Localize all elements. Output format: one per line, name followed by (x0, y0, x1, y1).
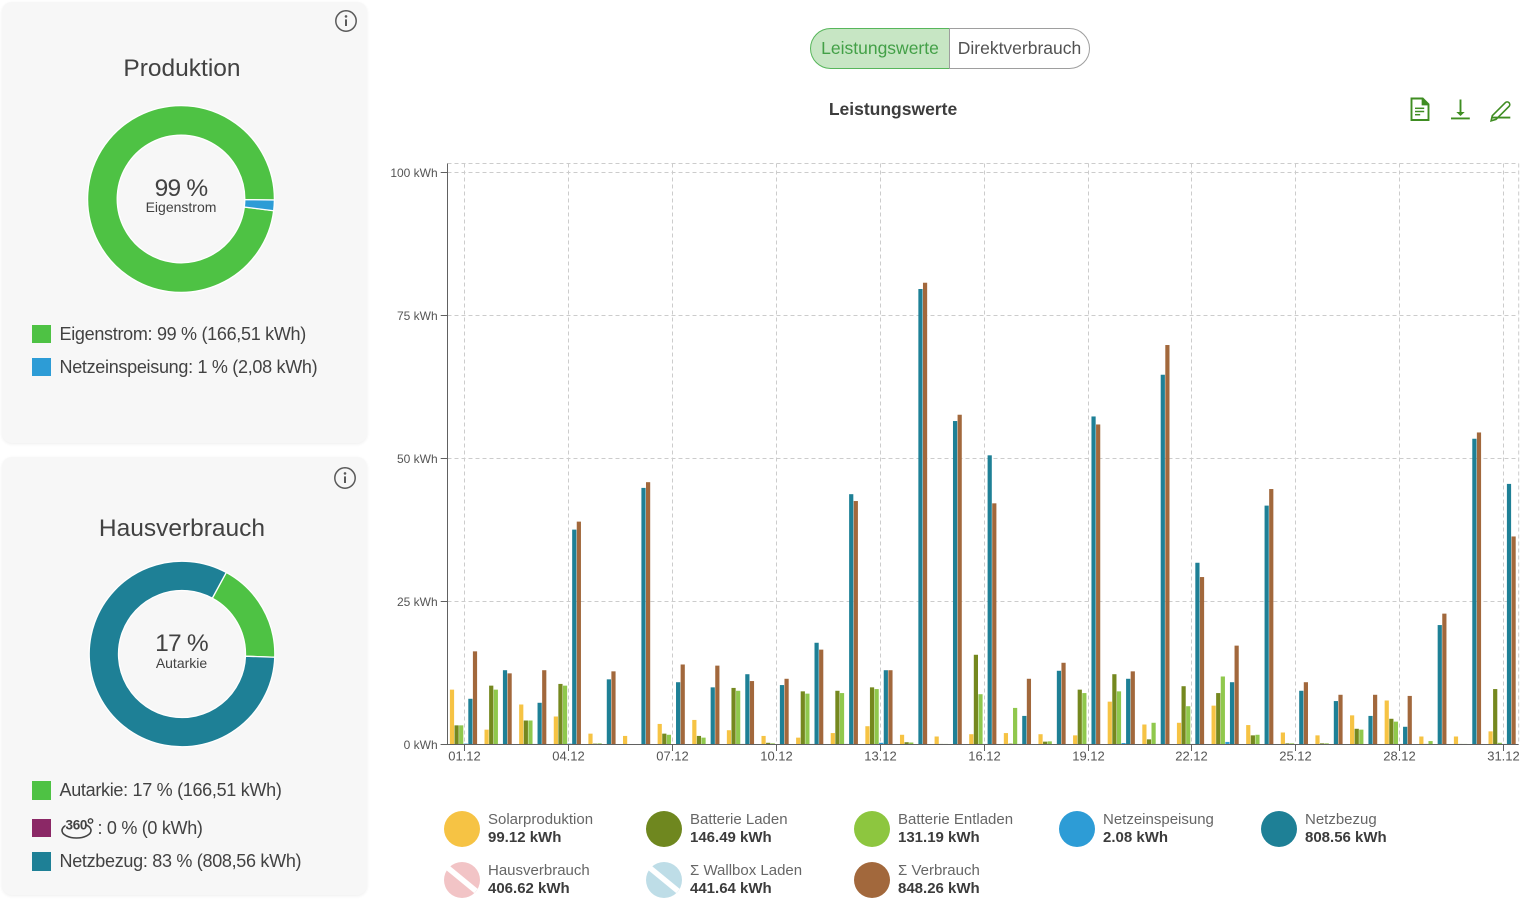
svg-text:22.12: 22.12 (1175, 748, 1208, 763)
svg-text:19.12: 19.12 (1072, 748, 1105, 763)
svg-text:10.12: 10.12 (760, 748, 793, 763)
svg-text:25.12: 25.12 (1279, 748, 1312, 763)
svg-text:07.12: 07.12 (656, 748, 689, 763)
svg-text:28.12: 28.12 (1383, 748, 1416, 763)
svg-text:04.12: 04.12 (552, 748, 585, 763)
svg-text:13.12: 13.12 (864, 748, 897, 763)
svg-text:25 kWh: 25 kWh (397, 595, 438, 609)
svg-text:50 kWh: 50 kWh (397, 452, 438, 466)
svg-text:16.12: 16.12 (968, 748, 1001, 763)
svg-text:0 kWh: 0 kWh (404, 738, 438, 752)
svg-text:75 kWh: 75 kWh (397, 309, 438, 323)
svg-text:31.12: 31.12 (1487, 748, 1520, 763)
svg-text:01.12: 01.12 (448, 748, 481, 763)
svg-text:100 kWh: 100 kWh (390, 166, 437, 180)
